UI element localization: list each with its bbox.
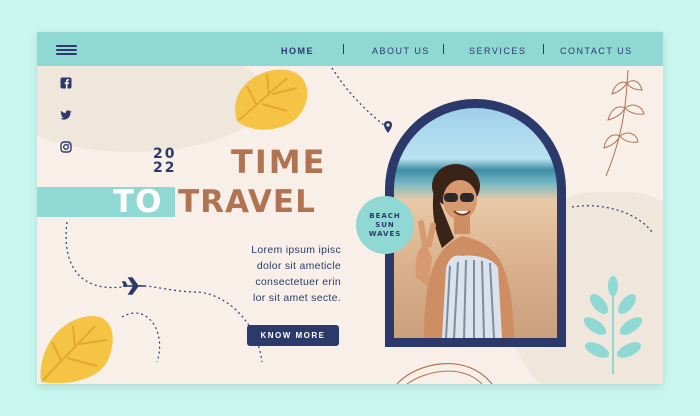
- hero-paragraph: Lorem ipsum ipisc dolor sit ameticle con…: [201, 242, 341, 306]
- beach-photo: [394, 108, 557, 338]
- nav-home[interactable]: HOME: [281, 46, 314, 56]
- badge-line: BEACH: [369, 211, 401, 220]
- year-bottom: 22: [153, 160, 177, 176]
- nav-services[interactable]: SERVICES: [469, 46, 526, 56]
- instagram-icon[interactable]: [60, 140, 74, 154]
- nav-divider: [443, 44, 444, 54]
- map-pin-icon: [384, 121, 392, 133]
- top-navigation-bar: HOME ABOUT US SERVICES CONTACT US: [37, 32, 663, 66]
- paragraph-line: lor sit amet secte.: [253, 292, 341, 304]
- nav-divider: [343, 44, 344, 54]
- nav-about-us[interactable]: ABOUT US: [372, 46, 430, 56]
- headline-to: TO: [113, 184, 163, 220]
- facebook-icon[interactable]: [60, 76, 74, 90]
- nav-contact-us[interactable]: CONTACT US: [560, 46, 633, 56]
- paragraph-line: Lorem ipsum ipisc: [251, 244, 341, 256]
- nav-divider: [543, 44, 544, 54]
- airplane-icon: [121, 277, 145, 295]
- paragraph-line: dolor sit ameticle: [256, 260, 341, 272]
- hamburger-menu-icon[interactable]: [56, 45, 77, 55]
- year-top: 20: [153, 146, 177, 162]
- line-leaf-decoration: [603, 69, 645, 177]
- landing-page: HOME ABOUT US SERVICES CONTACT US 20 22 …: [37, 32, 663, 384]
- badge-line: SUN: [375, 220, 395, 229]
- headline-travel: TRAVEL: [178, 184, 316, 220]
- monstera-leaf-decoration: [40, 316, 113, 384]
- paragraph-line: consectetuer erin: [255, 276, 341, 288]
- beach-sun-waves-badge: BEACH SUN WAVES: [356, 196, 414, 254]
- headline-time: TIME: [231, 143, 327, 181]
- know-more-button[interactable]: KNOW MORE: [247, 325, 339, 346]
- woman-figure-illustration: [415, 164, 514, 338]
- badge-line: WAVES: [368, 229, 402, 238]
- twitter-icon[interactable]: [60, 108, 74, 122]
- year-label: 20 22: [153, 147, 176, 175]
